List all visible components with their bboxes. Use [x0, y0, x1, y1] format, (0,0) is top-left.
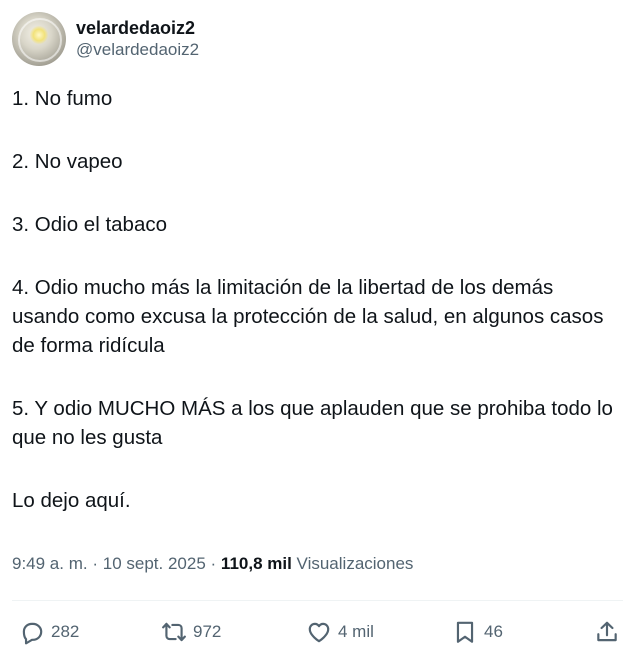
- avatar-highlight: [30, 26, 48, 44]
- bookmark-button[interactable]: 46: [452, 618, 503, 646]
- tweet-meta: 9:49 a. m. · 10 sept. 2025 · 110,8 mil V…: [12, 552, 413, 576]
- reply-button[interactable]: 282: [19, 618, 79, 646]
- tweet-paragraph: 5. Y odio MUCHO MÁS a los que aplauden q…: [12, 397, 613, 449]
- tweet-paragraph: 1. No fumo: [12, 87, 113, 110]
- author-names: velardedaoiz2 @velardedaoiz2: [76, 17, 199, 61]
- share-icon: [597, 621, 617, 642]
- avatar[interactable]: [12, 12, 66, 66]
- tweet: velardedaoiz2 @velardedaoiz2 1. No fumo …: [0, 0, 635, 669]
- retweet-count: 972: [193, 622, 222, 641]
- tweet-paragraph: 4. Odio mucho más la limitación de la li…: [12, 276, 604, 357]
- action-bar: 282 972 4 mil 46: [0, 618, 635, 646]
- views-label[interactable]: Visualizaciones: [297, 554, 414, 573]
- like-button[interactable]: 4 mil: [306, 618, 374, 646]
- tweet-text: 1. No fumo 2. No vapeo 3. Odio el tabaco…: [12, 84, 622, 515]
- share-button[interactable]: [594, 618, 620, 646]
- reply-icon: [22, 622, 43, 645]
- tweet-header: velardedaoiz2 @velardedaoiz2: [12, 12, 199, 66]
- retweet-button[interactable]: 972: [161, 618, 221, 646]
- bookmark-icon: [456, 621, 474, 643]
- views-count[interactable]: 110,8 mil: [221, 554, 292, 573]
- bookmark-count: 46: [484, 622, 503, 641]
- tweet-paragraph: 3. Odio el tabaco: [12, 213, 167, 236]
- author-display-name[interactable]: velardedaoiz2: [76, 17, 199, 39]
- reply-count: 282: [51, 622, 80, 641]
- divider: [12, 600, 623, 601]
- heart-icon: [308, 622, 330, 643]
- tweet-paragraph: 2. No vapeo: [12, 150, 123, 173]
- author-handle[interactable]: @velardedaoiz2: [76, 39, 199, 61]
- like-count: 4 mil: [338, 622, 374, 641]
- meta-separator: ·: [92, 554, 99, 573]
- tweet-time[interactable]: 9:49 a. m.: [12, 554, 88, 573]
- tweet-date[interactable]: 10 sept. 2025: [103, 554, 206, 573]
- tweet-paragraph: Lo dejo aquí.: [12, 489, 131, 512]
- meta-separator: ·: [210, 554, 217, 573]
- retweet-icon: [162, 622, 186, 642]
